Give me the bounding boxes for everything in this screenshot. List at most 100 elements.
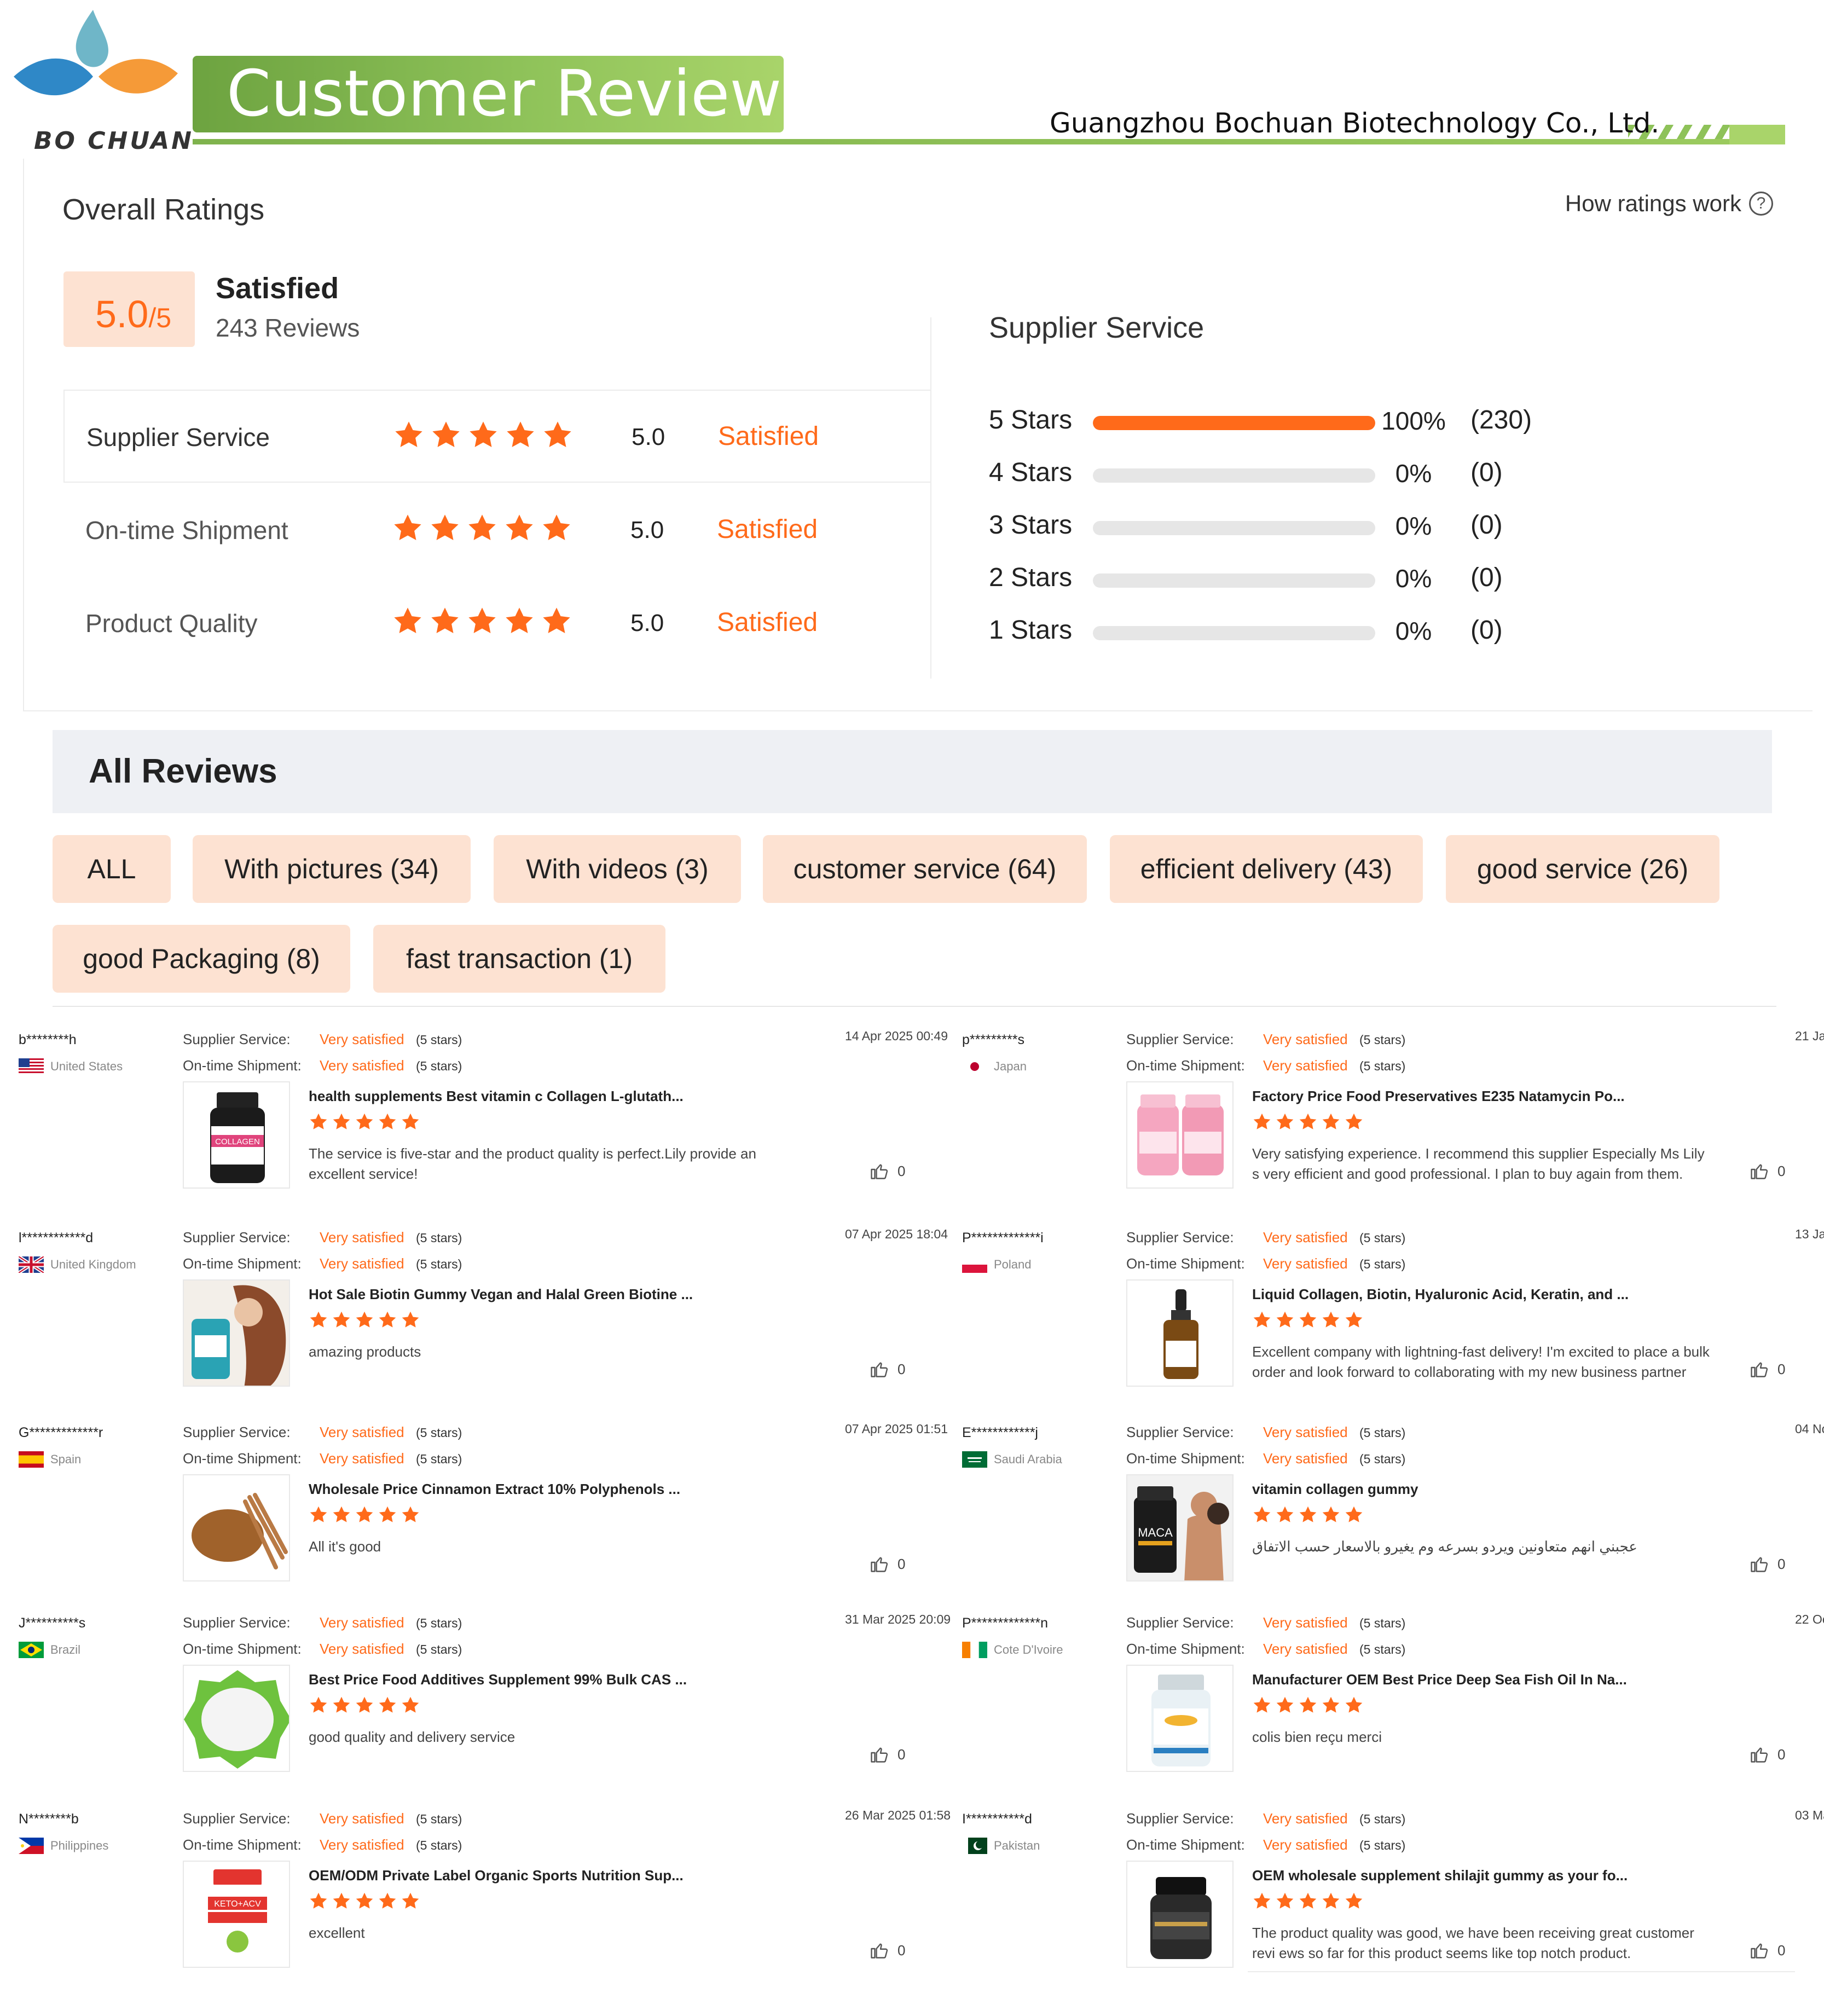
review-date: 03 Mar 2025 17:42 xyxy=(1795,1808,1824,1822)
reviewer-country: Spain xyxy=(19,1451,81,1468)
star-icon xyxy=(544,421,571,447)
category-row-ontime-shipment[interactable]: On-time Shipment 5.0 Satisfied xyxy=(63,484,931,577)
filter-chip-fast-transaction[interactable]: fast transaction (1) xyxy=(373,925,665,993)
thumbs-up-icon xyxy=(1751,1943,1768,1959)
pk-flag-icon xyxy=(962,1838,987,1854)
star-icon xyxy=(1253,1696,1271,1713)
star-breakdown-row[interactable]: 2 Stars 0% (0) xyxy=(989,558,1591,596)
like-button[interactable]: 0 xyxy=(869,1554,905,1574)
product-title-link[interactable]: Factory Price Food Preservatives E235 Na… xyxy=(1252,1088,1625,1105)
review-stars xyxy=(309,1310,420,1330)
star-icon xyxy=(379,1892,396,1909)
like-button[interactable]: 0 xyxy=(869,1161,905,1181)
star-icon xyxy=(379,1506,396,1522)
category-stars xyxy=(393,419,574,451)
product-title-link[interactable]: Liquid Collagen, Biotin, Hyaluronic Acid… xyxy=(1252,1286,1629,1303)
svg-text:COLLAGEN: COLLAGEN xyxy=(215,1137,260,1146)
like-button[interactable]: 0 xyxy=(1749,1359,1785,1379)
ontime-shipment-value: Very satisfied xyxy=(320,1837,404,1853)
product-thumbnail[interactable] xyxy=(183,1279,290,1387)
product-title-link[interactable]: Hot Sale Biotin Gummy Vegan and Halal Gr… xyxy=(309,1286,693,1303)
ontime-shipment-value: Very satisfied xyxy=(1263,1837,1348,1853)
filter-chip-with-videos[interactable]: With videos (3) xyxy=(494,835,741,903)
like-button[interactable]: 0 xyxy=(1749,1161,1785,1181)
category-stars xyxy=(392,512,572,544)
review-stars xyxy=(309,1695,420,1715)
star-percent: 100% xyxy=(1381,407,1446,435)
ontime-shipment-value: Very satisfied xyxy=(1263,1057,1348,1074)
ontime-shipment-line: On-time Shipment: Very satisfied (5 stars) xyxy=(1126,1053,1405,1079)
product-title-link[interactable]: Manufacturer OEM Best Price Deep Sea Fis… xyxy=(1252,1671,1627,1688)
category-row-supplier-service[interactable]: Supplier Service 5.0 Satisfied xyxy=(63,390,931,483)
review-stars xyxy=(1252,1891,1364,1911)
like-button[interactable]: 0 xyxy=(1749,1745,1785,1764)
product-title-link[interactable]: Best Price Food Additives Supplement 99%… xyxy=(309,1671,687,1688)
like-button[interactable]: 0 xyxy=(1749,1940,1785,1960)
review-text: All it's good xyxy=(309,1538,381,1555)
filter-chip-with-pictures[interactable]: With pictures (34) xyxy=(193,835,471,903)
supplier-service-value: Very satisfied xyxy=(320,1229,404,1245)
product-title-link[interactable]: vitamin collagen gummy xyxy=(1252,1481,1418,1498)
filter-chip-all[interactable]: ALL xyxy=(53,835,171,903)
reviewer-country: Brazil xyxy=(19,1642,80,1658)
supplier-service-stars: (5 stars) xyxy=(1359,1426,1406,1440)
reviewer-country: Japan xyxy=(962,1058,1027,1075)
ontime-shipment-label: On-time Shipment: xyxy=(183,1057,302,1074)
reviewer-country: United Kingdom xyxy=(19,1256,136,1273)
ontime-shipment-value: Very satisfied xyxy=(320,1255,404,1272)
like-button[interactable]: 0 xyxy=(869,1940,905,1960)
country-name: Saudi Arabia xyxy=(994,1452,1062,1466)
all-reviews-header: All Reviews xyxy=(53,730,1772,813)
like-count: 0 xyxy=(1777,1162,1786,1179)
how-ratings-work-label: How ratings work xyxy=(1565,190,1741,216)
supplier-service-stars: (5 stars) xyxy=(416,1616,462,1630)
product-title-link[interactable]: Wholesale Price Cinnamon Extract 10% Pol… xyxy=(309,1481,680,1498)
star-icon xyxy=(1253,1506,1271,1522)
page-title: Customer Reviews xyxy=(227,57,815,131)
star-level-label: 3 Stars xyxy=(989,511,1073,540)
ontime-shipment-stars: (5 stars) xyxy=(1359,1452,1406,1466)
review-ratings-meta: Supplier Service: Very satisfied (5 stars)… xyxy=(1126,1420,1405,1472)
like-button[interactable]: 0 xyxy=(1749,1554,1785,1574)
gb-flag-icon xyxy=(19,1256,44,1273)
supplier-service-stars: (5 stars) xyxy=(1359,1812,1406,1826)
product-title-link[interactable]: health supplements Best vitamin c Collag… xyxy=(309,1088,684,1105)
like-button[interactable]: 0 xyxy=(869,1359,905,1379)
star-icon xyxy=(1322,1696,1340,1713)
supplier-service-stars: (5 stars) xyxy=(1359,1033,1406,1047)
review-text: colis bien reçu merci xyxy=(1252,1729,1382,1745)
us-flag-icon xyxy=(19,1058,44,1075)
ontime-shipment-label: On-time Shipment: xyxy=(183,1641,302,1657)
product-thumbnail[interactable] xyxy=(183,1665,290,1772)
star-icon xyxy=(470,421,497,447)
how-ratings-work-link[interactable]: How ratings work ? xyxy=(1565,190,1773,217)
category-row-product-quality[interactable]: Product Quality 5.0 Satisfied xyxy=(63,577,931,670)
product-title-link[interactable]: OEM/ODM Private Label Organic Sports Nut… xyxy=(309,1867,684,1884)
product-title-link[interactable]: OEM wholesale supplement shilajit gummy … xyxy=(1252,1867,1628,1884)
reviewer-name: p*********s xyxy=(962,1032,1024,1047)
product-thumbnail[interactable] xyxy=(183,1474,290,1581)
filter-chip-good-service[interactable]: good service (26) xyxy=(1446,835,1719,903)
product-thumbnail[interactable] xyxy=(1126,1665,1234,1772)
like-button[interactable]: 0 xyxy=(869,1745,905,1764)
star-icon xyxy=(1253,1113,1271,1129)
product-thumbnail[interactable]: KETO+ACV xyxy=(183,1861,290,1968)
filter-chip-customer-service[interactable]: customer service (64) xyxy=(763,835,1087,903)
product-thumbnail[interactable]: MACA xyxy=(1126,1474,1234,1581)
product-thumbnail[interactable] xyxy=(1126,1081,1234,1189)
product-thumbnail[interactable] xyxy=(1126,1861,1234,1968)
overall-verdict: Satisfied xyxy=(216,272,339,305)
product-thumbnail[interactable] xyxy=(1126,1279,1234,1387)
review-ratings-meta: Supplier Service: Very satisfied (5 stars)… xyxy=(1126,1610,1405,1662)
star-breakdown-row[interactable]: 3 Stars 0% (0) xyxy=(989,506,1591,544)
star-icon xyxy=(1299,1506,1317,1522)
star-breakdown-row[interactable]: 1 Stars 0% (0) xyxy=(989,611,1591,649)
product-thumbnail[interactable]: COLLAGEN xyxy=(183,1081,290,1189)
overall-ratings-card: Overall Ratings How ratings work ? 5.0/5… xyxy=(23,159,1813,711)
svg-text:KETO+ACV: KETO+ACV xyxy=(214,1899,261,1909)
filter-chip-good-packaging[interactable]: good Packaging (8) xyxy=(53,925,350,993)
star-icon xyxy=(379,1311,396,1328)
star-breakdown-row[interactable]: 5 Stars 100% (230) xyxy=(989,401,1591,439)
filter-chip-efficient-delivery[interactable]: efficient delivery (43) xyxy=(1110,835,1423,903)
star-breakdown-row[interactable]: 4 Stars 0% (0) xyxy=(989,453,1591,491)
